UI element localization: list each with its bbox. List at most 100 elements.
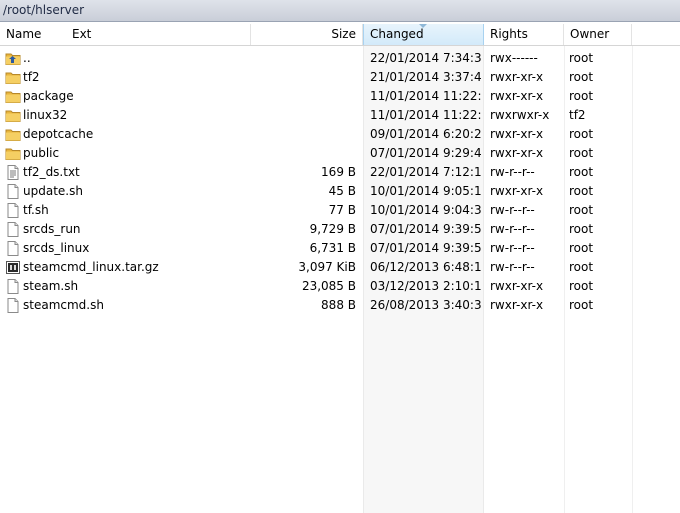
file-name: .. <box>23 51 31 65</box>
column-owner-label: Owner <box>570 27 610 41</box>
file-row[interactable]: steamcmd_linux.tar.gz 3,097 KiB 06/12/2013… <box>0 258 680 277</box>
file-rights: rwxr-xr-x <box>490 146 544 160</box>
file-name: tf2_ds.txt <box>23 165 80 179</box>
folder-icon <box>5 89 21 104</box>
folder-icon <box>5 127 21 142</box>
file-row[interactable]: update.sh 45 B 10/01/2014 9:05:12... rwxr-x… <box>0 182 680 201</box>
file-owner: root <box>569 70 594 84</box>
folder-icon <box>5 108 21 123</box>
file-rights: rw-r--r-- <box>490 222 535 236</box>
file-changed: 03/12/2013 2:10:16... <box>370 279 482 293</box>
file-rights: rwxr-xr-x <box>490 279 544 293</box>
file-changed: 21/01/2014 3:37:48... <box>370 70 482 84</box>
file-owner: root <box>569 89 594 103</box>
file-size: 3,097 KiB <box>298 260 356 274</box>
file-row[interactable]: tf.sh 77 B 10/01/2014 9:04:33... rw-r--r-- r… <box>0 201 680 220</box>
file-owner: root <box>569 184 594 198</box>
file-name: update.sh <box>23 184 83 198</box>
file-icon <box>5 279 21 294</box>
column-rights[interactable]: Rights <box>484 24 564 45</box>
file-row[interactable]: srcds_linux 6,731 B 07/01/2014 9:39:50... r… <box>0 239 680 258</box>
file-changed: 22/01/2014 7:34:38... <box>370 51 482 65</box>
file-size: 888 B <box>321 298 356 312</box>
file-rights: rw-r--r-- <box>490 241 535 255</box>
file-changed: 07/01/2014 9:39:50... <box>370 241 482 255</box>
file-changed: 10/01/2014 9:05:12... <box>370 184 482 198</box>
file-size: 9,729 B <box>309 222 356 236</box>
folder-icon <box>5 70 21 85</box>
file-changed: 22/01/2014 7:12:17... <box>370 165 482 179</box>
file-size: 77 B <box>328 203 356 217</box>
column-changed-label: Changed <box>370 27 424 41</box>
file-owner: root <box>569 146 594 160</box>
file-icon <box>5 203 21 218</box>
file-name: linux32 <box>23 108 68 122</box>
text-file-icon <box>5 165 21 180</box>
file-icon <box>5 298 21 313</box>
file-icon <box>5 241 21 256</box>
current-path: /root/hlserver <box>3 3 85 17</box>
file-name: depotcache <box>23 127 94 141</box>
file-owner: tf2 <box>569 108 586 122</box>
file-row[interactable]: srcds_run 9,729 B 07/01/2014 9:39:53... rw-… <box>0 220 680 239</box>
column-changed[interactable]: Changed <box>363 24 484 45</box>
file-rights: rw-r--r-- <box>490 260 535 274</box>
file-rights: rw-r--r-- <box>490 165 535 179</box>
file-owner: root <box>569 127 594 141</box>
column-ext[interactable]: Ext <box>66 24 251 45</box>
column-ext-label: Ext <box>72 27 92 41</box>
column-owner[interactable]: Owner <box>564 24 632 45</box>
file-changed: 07/01/2014 9:29:49... <box>370 146 482 160</box>
folder-icon <box>5 146 21 161</box>
file-size: 6,731 B <box>309 241 356 255</box>
file-owner: root <box>569 222 594 236</box>
file-icon <box>5 184 21 199</box>
column-size[interactable]: Size <box>251 24 363 45</box>
file-name: steam.sh <box>23 279 79 293</box>
file-name: tf2 <box>23 70 40 84</box>
file-rights: rwxrwxr-x <box>490 108 550 122</box>
file-owner: root <box>569 51 594 65</box>
file-row[interactable]: steam.sh 23,085 B 03/12/2013 2:10:16... rwx… <box>0 277 680 296</box>
file-owner: root <box>569 203 594 217</box>
file-owner: root <box>569 260 594 274</box>
file-owner: root <box>569 298 594 312</box>
file-row[interactable]: linux32 11/01/2014 11:22:3... rwxrwxr-x tf2 <box>0 106 680 125</box>
file-owner: root <box>569 241 594 255</box>
file-row[interactable]: tf2 21/01/2014 3:37:48... rwxr-xr-x root <box>0 68 680 87</box>
file-rights: rwxr-xr-x <box>490 298 544 312</box>
file-name: srcds_linux <box>23 241 90 255</box>
file-changed: 07/01/2014 9:39:53... <box>370 222 482 236</box>
file-name: steamcmd_linux.tar.gz <box>23 260 159 274</box>
column-name[interactable]: Name <box>0 24 70 45</box>
file-row[interactable]: tf2_ds.txt 169 B 22/01/2014 7:12:17... rw-r… <box>0 163 680 182</box>
file-rights: rwxr-xr-x <box>490 89 544 103</box>
file-rights: rwxr-xr-x <box>490 184 544 198</box>
column-size-label: Size <box>331 27 356 41</box>
parent-dir-icon <box>5 51 21 66</box>
file-size: 23,085 B <box>301 279 356 293</box>
file-row[interactable]: steamcmd.sh 888 B 26/08/2013 3:40:32... rwx… <box>0 296 680 315</box>
file-icon <box>5 222 21 237</box>
column-rights-label: Rights <box>490 27 528 41</box>
file-size: 169 B <box>321 165 356 179</box>
file-owner: root <box>569 165 594 179</box>
file-name: tf.sh <box>23 203 49 217</box>
file-list[interactable]: .. 22/01/2014 7:34:38... rwx------ root tf2 2… <box>0 46 680 513</box>
file-changed: 11/01/2014 11:22:3... <box>370 89 482 103</box>
file-row[interactable]: package 11/01/2014 11:22:3... rwxr-xr-x roo… <box>0 87 680 106</box>
sort-descending-icon <box>419 24 427 28</box>
file-changed: 11/01/2014 11:22:3... <box>370 108 482 122</box>
file-row[interactable]: public 07/01/2014 9:29:49... rwxr-xr-x root <box>0 144 680 163</box>
file-changed: 06/12/2013 6:48:12... <box>370 260 482 274</box>
file-rights: rw-r--r-- <box>490 203 535 217</box>
path-bar[interactable]: /root/hlserver <box>0 0 680 22</box>
file-name: srcds_run <box>23 222 81 236</box>
file-rights: rwxr-xr-x <box>490 127 544 141</box>
file-row[interactable]: .. 22/01/2014 7:34:38... rwx------ root <box>0 49 680 68</box>
file-name: steamcmd.sh <box>23 298 104 312</box>
file-row[interactable]: depotcache 09/01/2014 6:20:28... rwxr-xr-x… <box>0 125 680 144</box>
archive-file-icon <box>5 260 21 275</box>
file-owner: root <box>569 279 594 293</box>
file-changed: 09/01/2014 6:20:28... <box>370 127 482 141</box>
